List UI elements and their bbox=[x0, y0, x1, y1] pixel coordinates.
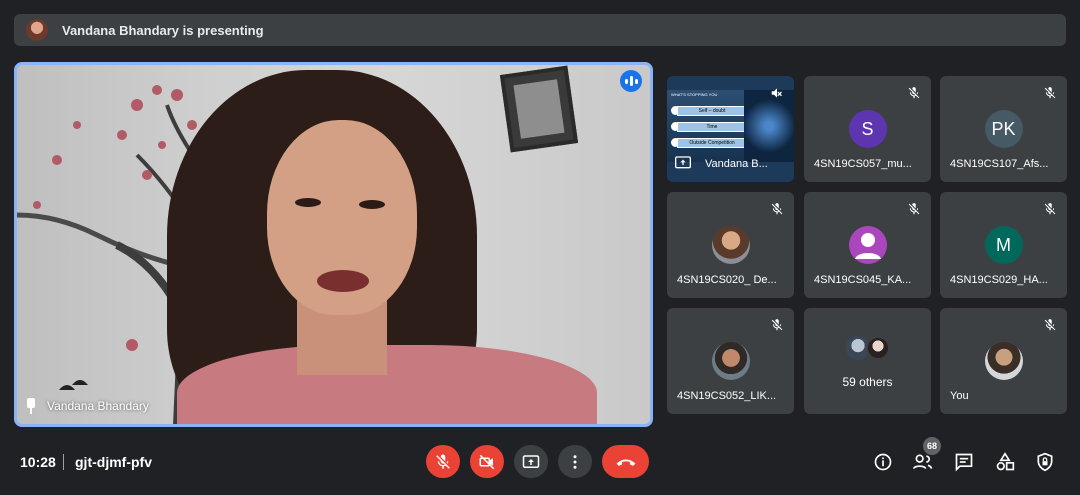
slide-digital-graphic bbox=[744, 90, 794, 162]
mic-off-icon bbox=[771, 203, 783, 215]
meeting-code: gjt-djmf-pfv bbox=[75, 454, 152, 470]
participant-tile[interactable]: S 4SN19CS057_mu... bbox=[804, 76, 931, 182]
participant-name: You bbox=[950, 390, 969, 402]
activities-icon bbox=[996, 452, 1015, 471]
presenting-text: Vandana Bhandary is presenting bbox=[62, 22, 264, 38]
person-icon bbox=[854, 233, 881, 259]
more-options-icon bbox=[573, 454, 577, 469]
participant-tile[interactable]: 4SN19CS020_ De... bbox=[667, 192, 794, 298]
leave-call-button[interactable] bbox=[602, 445, 649, 478]
participant-avatar: PK bbox=[984, 110, 1023, 148]
host-controls-button[interactable] bbox=[1031, 450, 1059, 474]
speaker-name-tag: Vandana Bhandary bbox=[25, 398, 149, 414]
shared-slide: WHAT'S STOPPING YOU Self – doubt Time Ou… bbox=[667, 90, 747, 162]
speaking-indicator-icon bbox=[620, 70, 642, 92]
left-eye bbox=[295, 198, 321, 207]
slide-item: Time bbox=[677, 122, 747, 132]
camera-off-icon bbox=[479, 454, 495, 469]
mic-off-icon bbox=[908, 203, 920, 215]
shield-lock-icon bbox=[1037, 452, 1053, 472]
activities-button[interactable] bbox=[991, 450, 1019, 474]
mic-off-icon bbox=[1044, 319, 1056, 331]
participant-name: 4SN19CS107_Afs... bbox=[950, 158, 1049, 170]
wall-picture-frame bbox=[499, 65, 579, 153]
participant-tile[interactable]: 4SN19CS052_LIK... bbox=[667, 308, 794, 414]
people-count-badge: 68 bbox=[923, 437, 941, 455]
speaker-name: Vandana Bhandary bbox=[47, 399, 149, 413]
mic-off-icon bbox=[908, 87, 920, 99]
participant-name: 4SN19CS057_mu... bbox=[814, 158, 912, 170]
divider bbox=[63, 454, 64, 470]
mic-off-icon bbox=[1044, 203, 1056, 215]
participant-name: 4SN19CS045_KA... bbox=[814, 274, 912, 286]
slide-heading: WHAT'S STOPPING YOU bbox=[671, 92, 718, 97]
default-user-avatar bbox=[848, 226, 887, 264]
participant-name: 4SN19CS052_LIK... bbox=[677, 390, 777, 402]
meeting-details-button[interactable] bbox=[869, 450, 897, 474]
mic-off-icon bbox=[1044, 87, 1056, 99]
speaker-face bbox=[267, 120, 417, 315]
chat-button[interactable] bbox=[950, 450, 978, 474]
participant-name: 4SN19CS020_ De... bbox=[677, 274, 777, 286]
leave-call-icon bbox=[616, 458, 635, 466]
mic-off-icon bbox=[436, 454, 450, 469]
more-options-button[interactable] bbox=[558, 445, 592, 478]
speaker-shirt bbox=[177, 345, 597, 424]
self-tile[interactable]: You bbox=[940, 308, 1067, 414]
chat-icon bbox=[955, 453, 973, 472]
participant-tile[interactable]: 4SN19CS045_KA... bbox=[804, 192, 931, 298]
present-screen-icon bbox=[522, 454, 540, 468]
people-icon bbox=[913, 454, 933, 470]
participant-avatar: M bbox=[984, 226, 1023, 264]
presentation-icon bbox=[675, 156, 691, 169]
participant-avatar bbox=[711, 342, 750, 380]
participant-tile-screen-share[interactable]: WHAT'S STOPPING YOU Self – doubt Time Ou… bbox=[667, 76, 794, 182]
others-avatar bbox=[866, 336, 890, 360]
others-count-label: 59 others bbox=[842, 375, 893, 389]
slide-item: Self – doubt bbox=[677, 106, 747, 116]
presenting-banner: Vandana Bhandary is presenting bbox=[14, 14, 1066, 46]
mic-off-icon bbox=[771, 319, 783, 331]
participant-avatar bbox=[984, 342, 1023, 380]
mouth bbox=[317, 270, 369, 292]
mic-toggle-button[interactable] bbox=[426, 445, 460, 478]
slide-item: Outside Competition bbox=[677, 138, 747, 148]
info-icon bbox=[874, 453, 892, 471]
participant-name: Vandana B... bbox=[705, 158, 768, 170]
present-now-button[interactable] bbox=[514, 445, 548, 478]
meeting-time: 10:28 bbox=[20, 454, 56, 470]
camera-toggle-button[interactable] bbox=[470, 445, 504, 478]
pin-icon[interactable] bbox=[25, 398, 37, 414]
right-eye bbox=[359, 200, 385, 209]
participant-tile[interactable]: M 4SN19CS029_HA... bbox=[940, 192, 1067, 298]
volume-off-icon bbox=[771, 88, 782, 98]
participant-name: 4SN19CS029_HA... bbox=[950, 274, 1048, 286]
main-speaker-tile[interactable]: Vandana Bhandary bbox=[14, 62, 653, 427]
participant-tile[interactable]: PK 4SN19CS107_Afs... bbox=[940, 76, 1067, 182]
participant-avatar bbox=[711, 226, 750, 264]
presenter-avatar bbox=[26, 19, 48, 41]
others-tile[interactable]: 59 others bbox=[804, 308, 931, 414]
participant-avatar: S bbox=[848, 110, 887, 148]
